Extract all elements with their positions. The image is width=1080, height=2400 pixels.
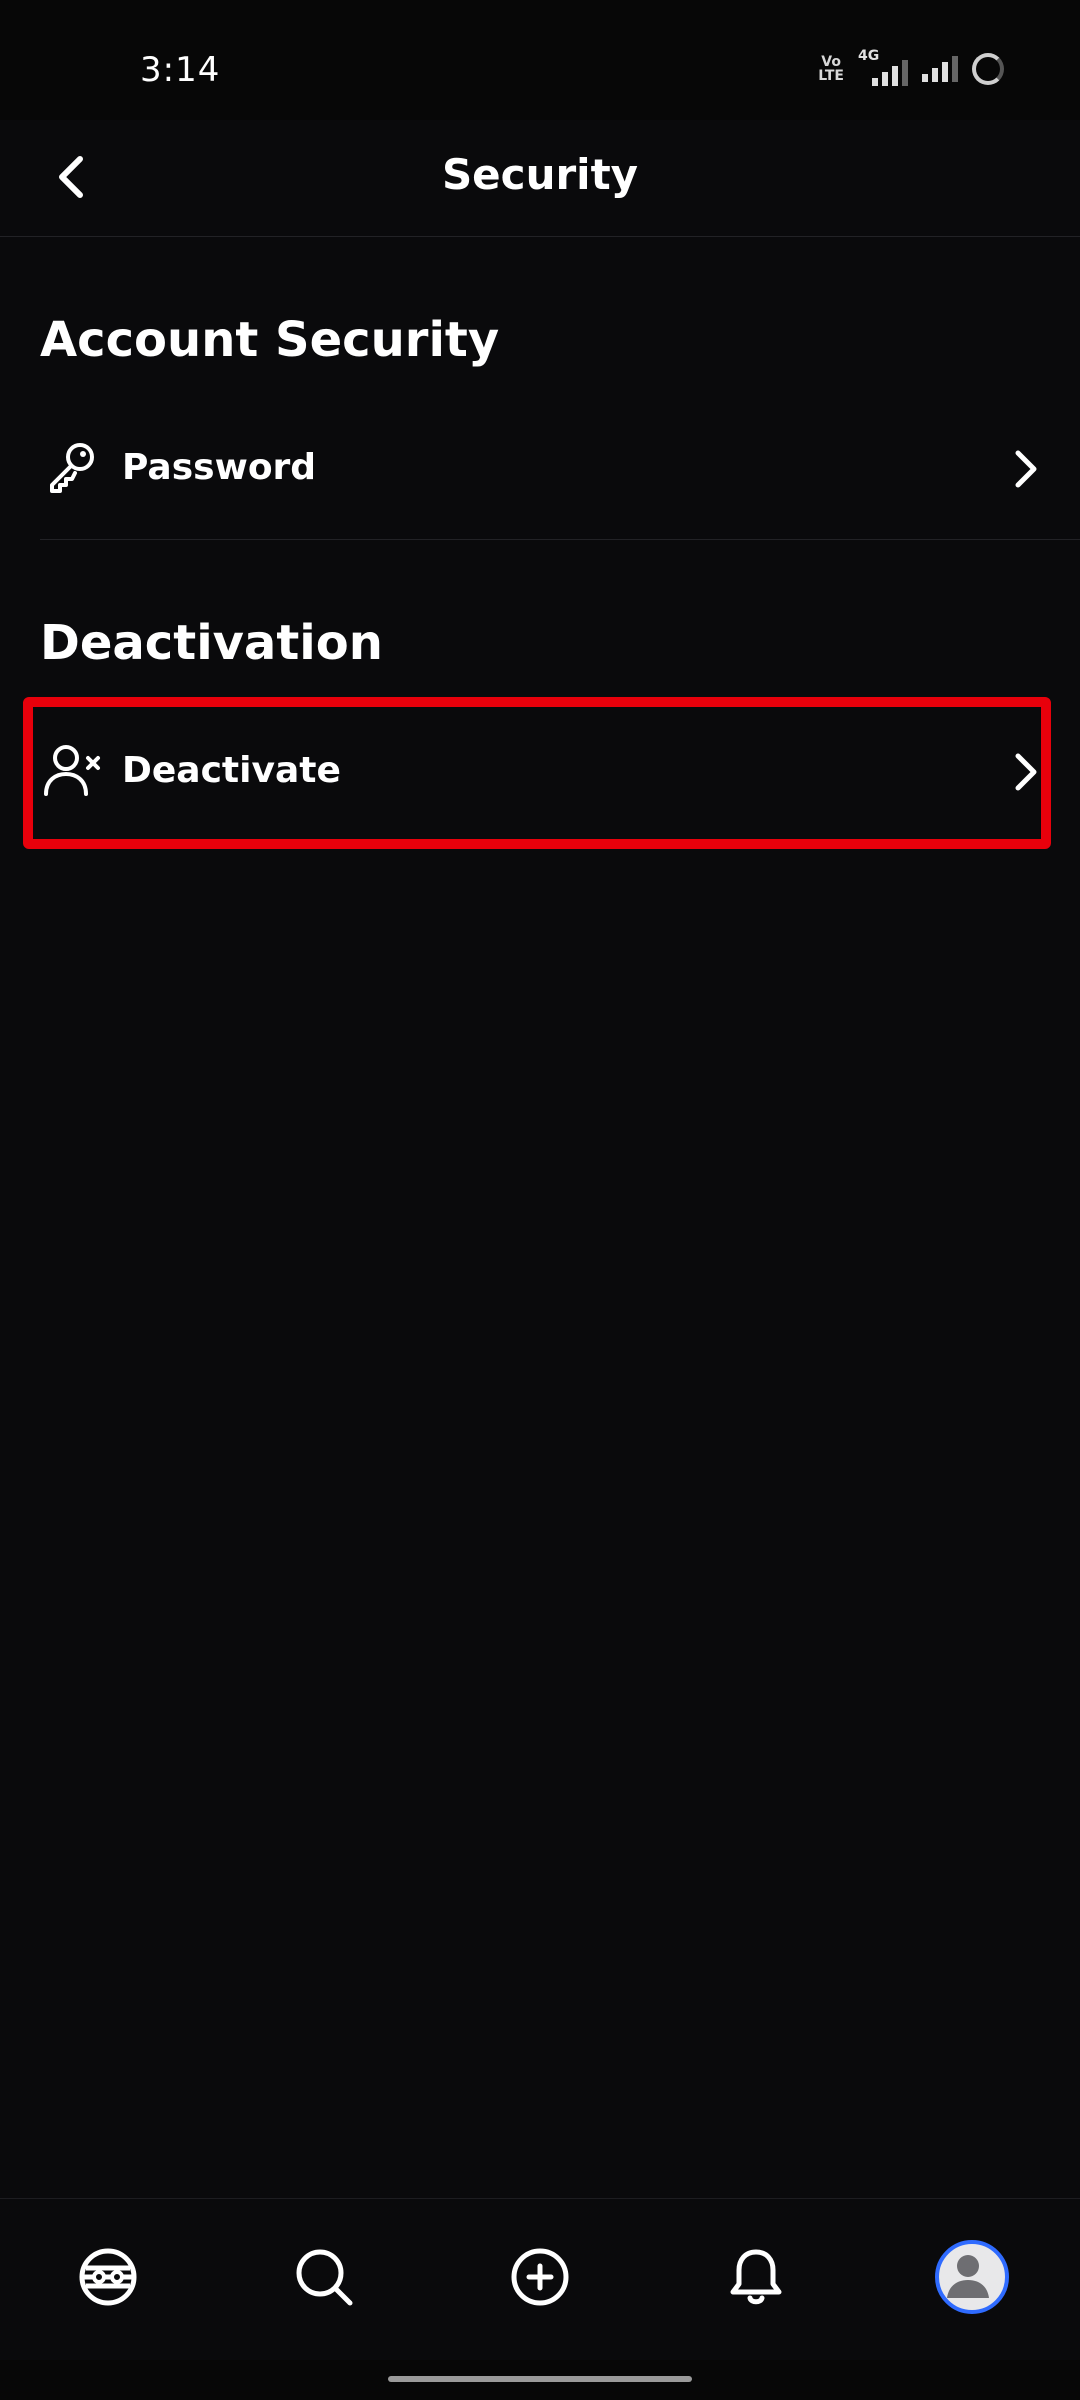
page-title: Security	[441, 150, 639, 199]
volte-icon: Vo LTE	[818, 55, 844, 83]
deactivate-row[interactable]: Deactivate	[40, 712, 1050, 832]
add-circle-icon	[511, 2248, 569, 2306]
key-icon	[40, 435, 104, 499]
section-title-account-security: Account Security	[40, 312, 500, 368]
nav-home[interactable]	[68, 2237, 148, 2317]
nav-notifications[interactable]	[716, 2237, 796, 2317]
signal-bars-icon	[922, 56, 958, 82]
password-label: Password	[122, 447, 317, 488]
bell-icon	[730, 2249, 782, 2305]
battery-ring-icon	[972, 53, 1004, 85]
home-indicator[interactable]	[388, 2376, 692, 2382]
volte-label-bottom: LTE	[818, 68, 844, 84]
nav-search[interactable]	[284, 2237, 364, 2317]
volte-label-top: Vo	[821, 54, 841, 70]
security-screen: 3:14 Vo LTE 4G Security Account Security…	[0, 0, 1080, 2400]
status-icons: Vo LTE 4G	[818, 48, 1004, 86]
profile-avatar-icon	[935, 2240, 1009, 2314]
deactivate-label: Deactivate	[122, 750, 341, 791]
chevron-right-icon	[1000, 439, 1050, 499]
app-header: Security	[0, 120, 1080, 237]
home-logo-icon	[79, 2248, 137, 2306]
section-title-deactivation: Deactivation	[40, 615, 383, 671]
section-divider	[40, 539, 1080, 540]
user-remove-icon	[40, 738, 104, 802]
bottom-nav	[0, 2198, 1080, 2361]
nav-profile[interactable]	[932, 2237, 1012, 2317]
chevron-right-icon	[1000, 742, 1050, 802]
gesture-bar	[0, 2360, 1080, 2400]
search-icon	[296, 2249, 353, 2306]
status-bar: 3:14 Vo LTE 4G	[0, 0, 1080, 120]
signal-4g-icon: 4G	[858, 48, 908, 86]
password-row[interactable]: Password	[40, 409, 1050, 529]
nav-create[interactable]	[500, 2237, 580, 2317]
status-time: 3:14	[140, 50, 221, 90]
